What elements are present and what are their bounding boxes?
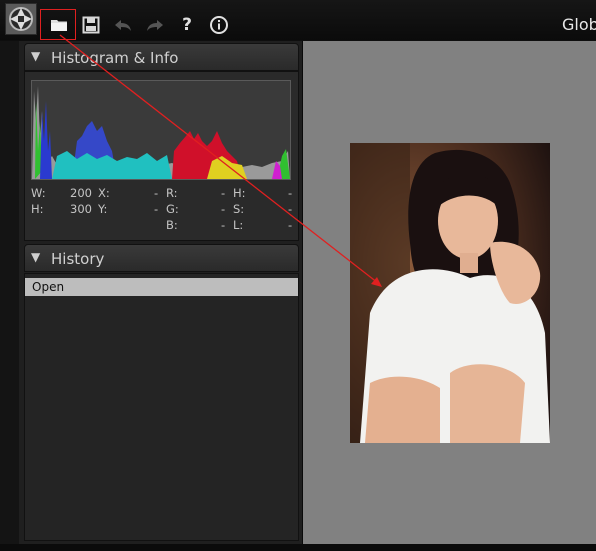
bottom-edge-strip: [0, 544, 596, 551]
annotation-arrow: [59, 34, 382, 287]
